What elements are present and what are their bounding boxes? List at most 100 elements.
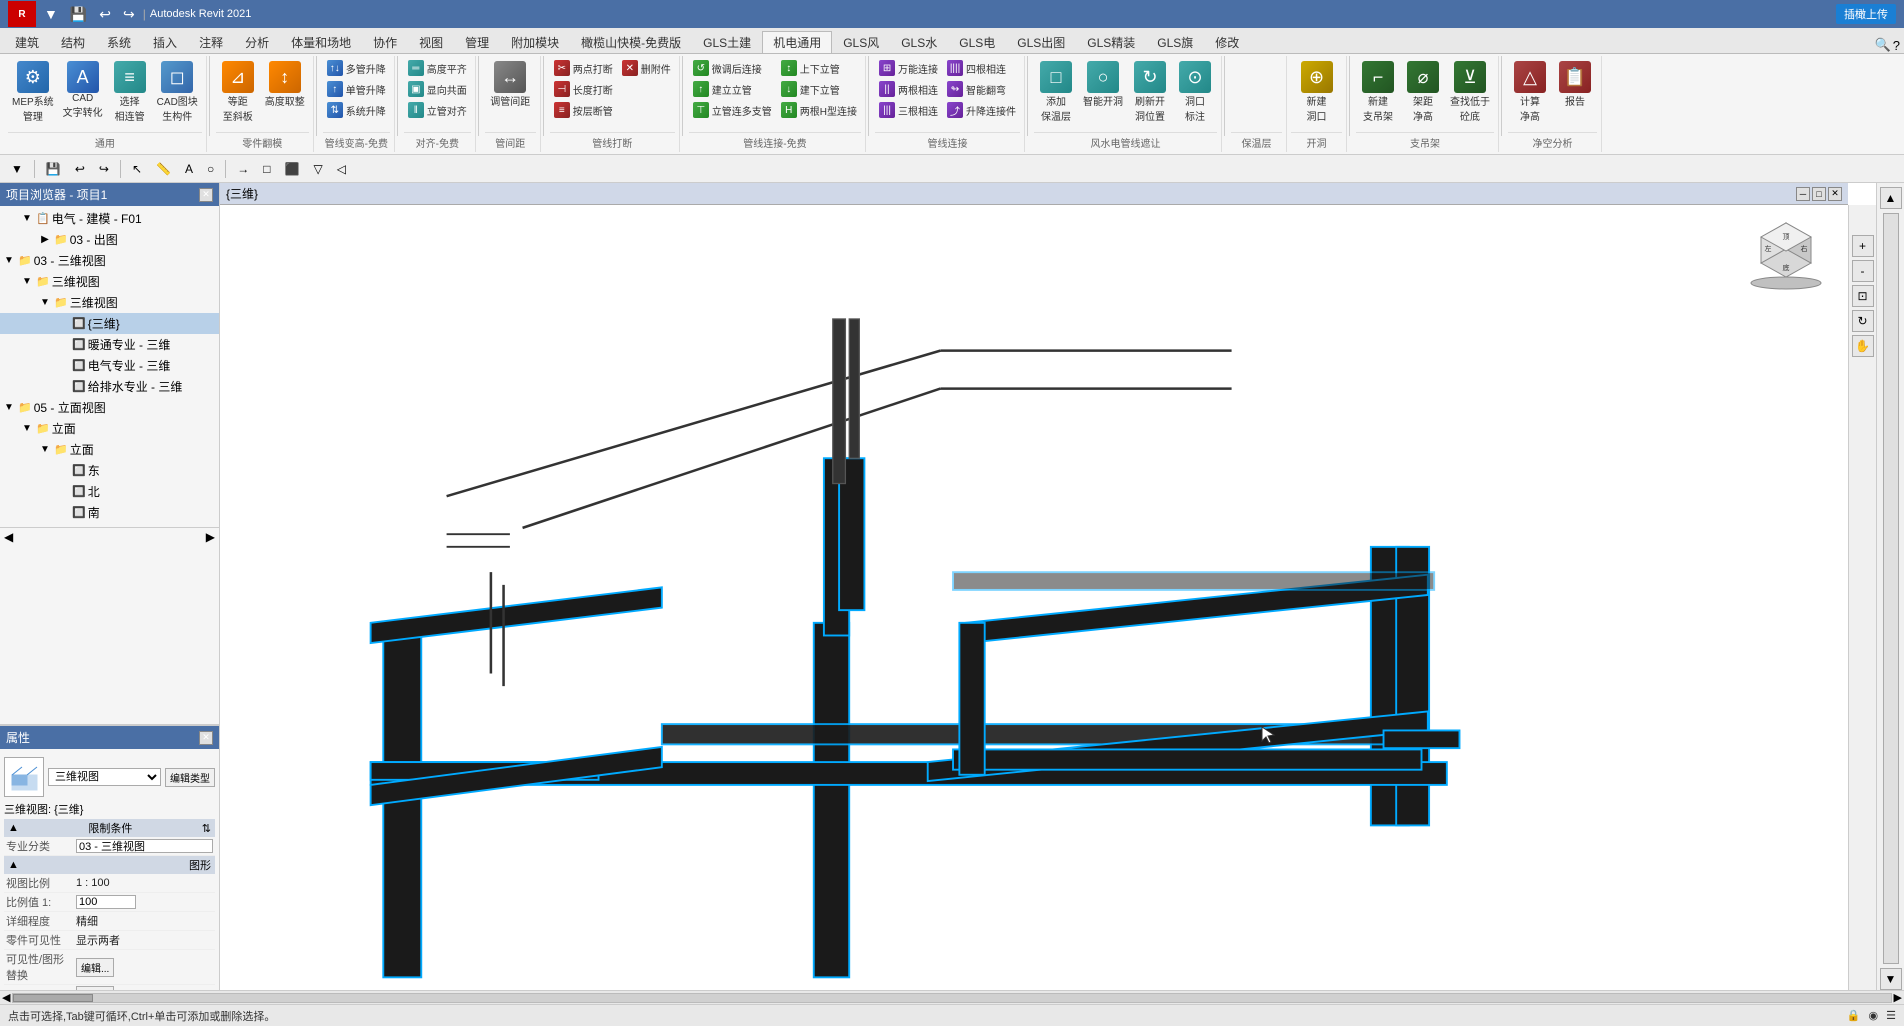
btn-two-root[interactable]: || 两根相连: [875, 79, 942, 99]
visibility-toggle-btn[interactable]: 编辑...: [76, 958, 114, 977]
btn-coplanar[interactable]: ▣ 显向共面: [404, 79, 471, 99]
lock-icon[interactable]: 🔒: [1847, 1009, 1861, 1022]
btn-build-vertical[interactable]: ↑ 建立立管: [689, 79, 756, 99]
tb-save[interactable]: 💾: [41, 159, 66, 179]
tree-south[interactable]: ▶ 🔲 南: [0, 502, 219, 523]
btn-select-pipe[interactable]: ≡ 选择相连管: [108, 58, 152, 126]
edit-type-button[interactable]: 编辑类型: [165, 768, 215, 787]
app-icon[interactable]: R: [8, 1, 36, 27]
tree-3d-hvac[interactable]: ▶ 🔲 暖通专业 - 三维: [0, 334, 219, 355]
btn-micro-reconnect[interactable]: ↺ 微调后连接: [689, 58, 766, 78]
tree-3d-brace[interactable]: ▶ 🔲 {三维}: [0, 313, 219, 334]
tab-fenxi[interactable]: 分析: [234, 31, 280, 53]
btn-cad-text[interactable]: A CAD文字转化: [59, 58, 107, 122]
tb-circle[interactable]: ○: [202, 159, 219, 179]
props-close-btn[interactable]: ✕: [199, 731, 213, 745]
btn-three-root[interactable]: ||| 三根相连: [875, 100, 942, 120]
graph-replace-btn[interactable]: 编辑...: [76, 986, 114, 990]
btn-calc-hanger[interactable]: ⌀ 架距净高: [1401, 58, 1445, 126]
btn-len-cut[interactable]: ⊣ 长度打断: [550, 79, 617, 99]
tb-fill[interactable]: ⬛: [280, 159, 305, 179]
qa-btn-save[interactable]: 💾: [66, 4, 91, 25]
tree-north[interactable]: ▶ 🔲 北: [0, 481, 219, 502]
tab-fujia[interactable]: 附加模块: [500, 31, 570, 53]
btn-report[interactable]: 📋 报告: [1553, 58, 1597, 111]
tab-gls-elec[interactable]: GLS电: [948, 31, 1006, 53]
btn-adj-space[interactable]: ↔ 调管间距: [486, 58, 534, 111]
toggle-elev-sub[interactable]: ▼: [38, 443, 52, 457]
qa-btn-redo[interactable]: ↪: [119, 4, 139, 25]
tree-03-3d[interactable]: ▼ 📁 03 - 三维视图: [0, 250, 219, 271]
toggle-3d-view[interactable]: ▼: [20, 275, 34, 289]
tab-gls-drawing[interactable]: GLS出图: [1006, 31, 1076, 53]
tab-modify[interactable]: 修改: [1204, 31, 1250, 53]
toggle-3d-view-sub[interactable]: ▼: [38, 296, 52, 310]
viewport-max-btn[interactable]: □: [1812, 187, 1826, 201]
view-cube[interactable]: 底 左 右 顶: [1746, 215, 1826, 295]
tree-03-out[interactable]: ▶ 📁 03 - 出图: [0, 229, 219, 250]
menu-icon[interactable]: ☰: [1886, 1009, 1896, 1022]
tree-3d-plumb[interactable]: ▶ 🔲 给排水专业 - 三维: [0, 376, 219, 397]
tree-05-elevation[interactable]: ▼ 📁 05 - 立面视图: [0, 397, 219, 418]
tab-olive[interactable]: 橄榄山快模-免费版: [570, 31, 692, 53]
qa-btn-menu[interactable]: ▼: [40, 4, 62, 24]
btn-rise-connect[interactable]: ⤴ 升降连接件: [943, 100, 1020, 120]
search-icon[interactable]: 🔍: [1875, 37, 1891, 53]
tb-undo[interactable]: ↩: [70, 159, 90, 179]
tab-guanli[interactable]: 管理: [454, 31, 500, 53]
scroll-track[interactable]: [1883, 213, 1899, 964]
btn-sys-rise[interactable]: ⇅ 系统升降: [323, 100, 390, 120]
btn-build-down[interactable]: ↓ 建下立管: [777, 79, 844, 99]
btn-calc-space[interactable]: △ 计算净高: [1508, 58, 1552, 126]
btn-new-hole[interactable]: ⊕ 新建洞口: [1295, 58, 1339, 126]
btn-del-attach[interactable]: ✕ 删附件: [618, 58, 675, 78]
tb-cursor[interactable]: ↖: [127, 159, 147, 179]
tree-east[interactable]: ▶ 🔲 东: [0, 460, 219, 481]
toggle-elec-building[interactable]: ▼: [20, 212, 34, 226]
btn-layer-cut[interactable]: ≡ 按层断管: [550, 100, 617, 120]
viewport[interactable]: {三维} ─ □ ✕: [220, 183, 1876, 990]
btn-up-down-pipe[interactable]: ↕ 上下立管: [777, 58, 844, 78]
btn-smart-turn[interactable]: ↬ 智能翻弯: [943, 79, 1010, 99]
tb-drop[interactable]: ▽: [308, 159, 327, 179]
tree-3d-elec[interactable]: ▶ 🔲 电气专业 - 三维: [0, 355, 219, 376]
tb-menu[interactable]: ▼: [6, 159, 28, 179]
btn-vertical-align[interactable]: ‖ 立管对齐: [404, 100, 471, 120]
scroll-up-btn[interactable]: ▲: [1880, 187, 1902, 209]
tb-view[interactable]: →: [232, 159, 254, 179]
btn-four-root[interactable]: |||| 四根相连: [943, 58, 1010, 78]
3d-scene[interactable]: 底 左 右 顶 + - ⊡ ↻ ✋: [220, 205, 1876, 990]
tree-3d-view[interactable]: ▼ 📁 三维视图: [0, 271, 219, 292]
btn-single-rise[interactable]: ↑ 单管升降: [323, 79, 390, 99]
rt-zoom-out[interactable]: -: [1852, 260, 1874, 282]
btn-cad-block[interactable]: ◻ CAD图块生构件: [153, 58, 202, 126]
tab-xiezuo[interactable]: 协作: [362, 31, 408, 53]
tab-jianzhu[interactable]: 建筑: [4, 31, 50, 53]
qa-btn-undo[interactable]: ↩: [95, 4, 115, 25]
btn-mep-manage[interactable]: ⚙ MEP系统管理: [8, 58, 58, 126]
tab-gls-water[interactable]: GLS水: [890, 31, 948, 53]
toggle-03-out[interactable]: ▶: [38, 233, 52, 247]
tab-tiliang[interactable]: 体量和场地: [280, 31, 362, 53]
rt-rotate[interactable]: ↻: [1852, 310, 1874, 332]
tab-shitu[interactable]: 视图: [408, 31, 454, 53]
rt-fit[interactable]: ⊡: [1852, 285, 1874, 307]
tree-elec-building[interactable]: ▼ 📋 电气 - 建模 - F01: [0, 208, 219, 229]
tab-charu[interactable]: 插入: [142, 31, 188, 53]
rt-pan[interactable]: ✋: [1852, 335, 1874, 357]
tab-gls-build[interactable]: GLS土建: [692, 31, 762, 53]
btn-universal[interactable]: ⊞ 万能连接: [875, 58, 942, 78]
view-type-dropdown[interactable]: 三维视图: [48, 768, 161, 786]
btn-two-h-pipe[interactable]: H 两根H型连接: [777, 100, 861, 120]
tb-back[interactable]: ◁: [332, 159, 351, 179]
btn-height-level[interactable]: ═ 高度平齐: [404, 58, 471, 78]
shape-section-header[interactable]: ▲ 图形: [4, 856, 215, 874]
tb-redo[interactable]: ↪: [94, 159, 114, 179]
tree-elevation[interactable]: ▼ 📁 立面: [0, 418, 219, 439]
tab-gls-decor[interactable]: GLS精装: [1076, 31, 1146, 53]
btn-smart-open[interactable]: ○ 智能开洞: [1079, 58, 1127, 111]
scroll-right-btn[interactable]: ▶: [206, 530, 215, 544]
tab-zhushi[interactable]: 注释: [188, 31, 234, 53]
scale-num-input[interactable]: [76, 895, 136, 909]
limit-section-header[interactable]: ▲ 限制条件 ⇅: [4, 819, 215, 837]
